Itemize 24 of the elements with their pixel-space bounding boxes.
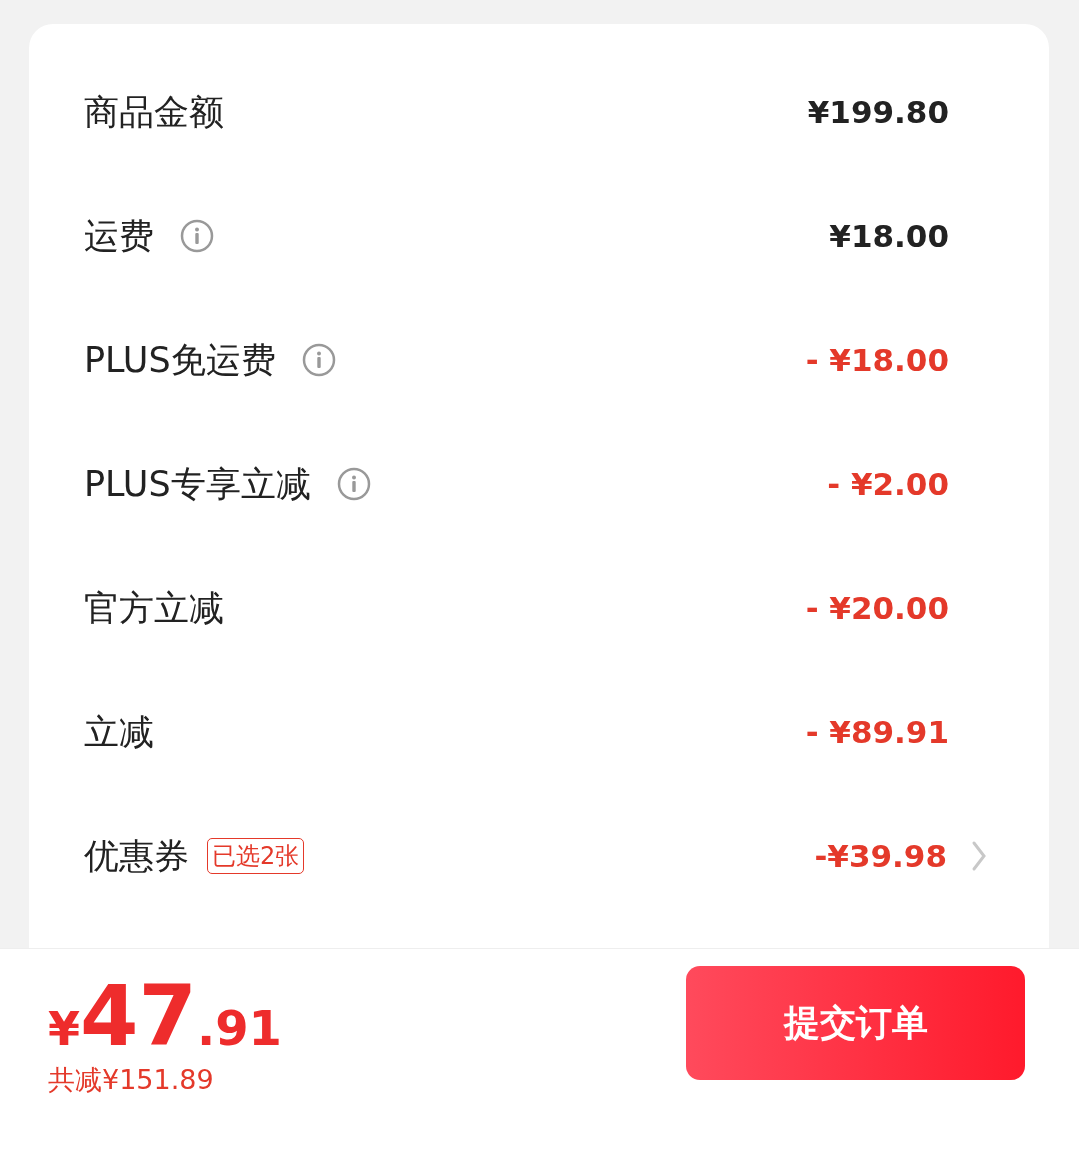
price-decimal: .91 [196, 1004, 282, 1052]
total-saved: 共减¥151.89 [48, 1063, 215, 1097]
row-label: 商品金额 [84, 90, 224, 134]
row-label: 官方立减 [84, 586, 224, 630]
coupon-tag: 已选2张 [207, 837, 305, 875]
amount: ¥18.00 [829, 218, 949, 254]
amount: - ¥20.00 [805, 590, 949, 626]
row-label: PLUS专享立减 [84, 462, 311, 506]
amount: - ¥2.00 [827, 466, 949, 502]
amount: -¥39.98 [814, 838, 947, 874]
row-label: 优惠券 [84, 834, 189, 878]
chevron-icon[interactable] [971, 840, 987, 872]
amount: - ¥89.91 [805, 714, 949, 750]
info-icon[interactable] [301, 343, 336, 377]
price-integer: 47 [80, 974, 197, 1058]
row-label: PLUS免运费 [84, 338, 276, 382]
amount: ¥199.80 [807, 94, 949, 130]
info-icon[interactable] [180, 219, 214, 253]
row-label: 立减 [84, 710, 154, 754]
row-label: 运费 [84, 214, 154, 258]
submit-order-button[interactable]: 提交订单 [686, 966, 1025, 1080]
amount: - ¥18.00 [805, 342, 949, 378]
currency-symbol: ¥ [48, 1006, 80, 1052]
info-icon[interactable] [336, 467, 371, 501]
